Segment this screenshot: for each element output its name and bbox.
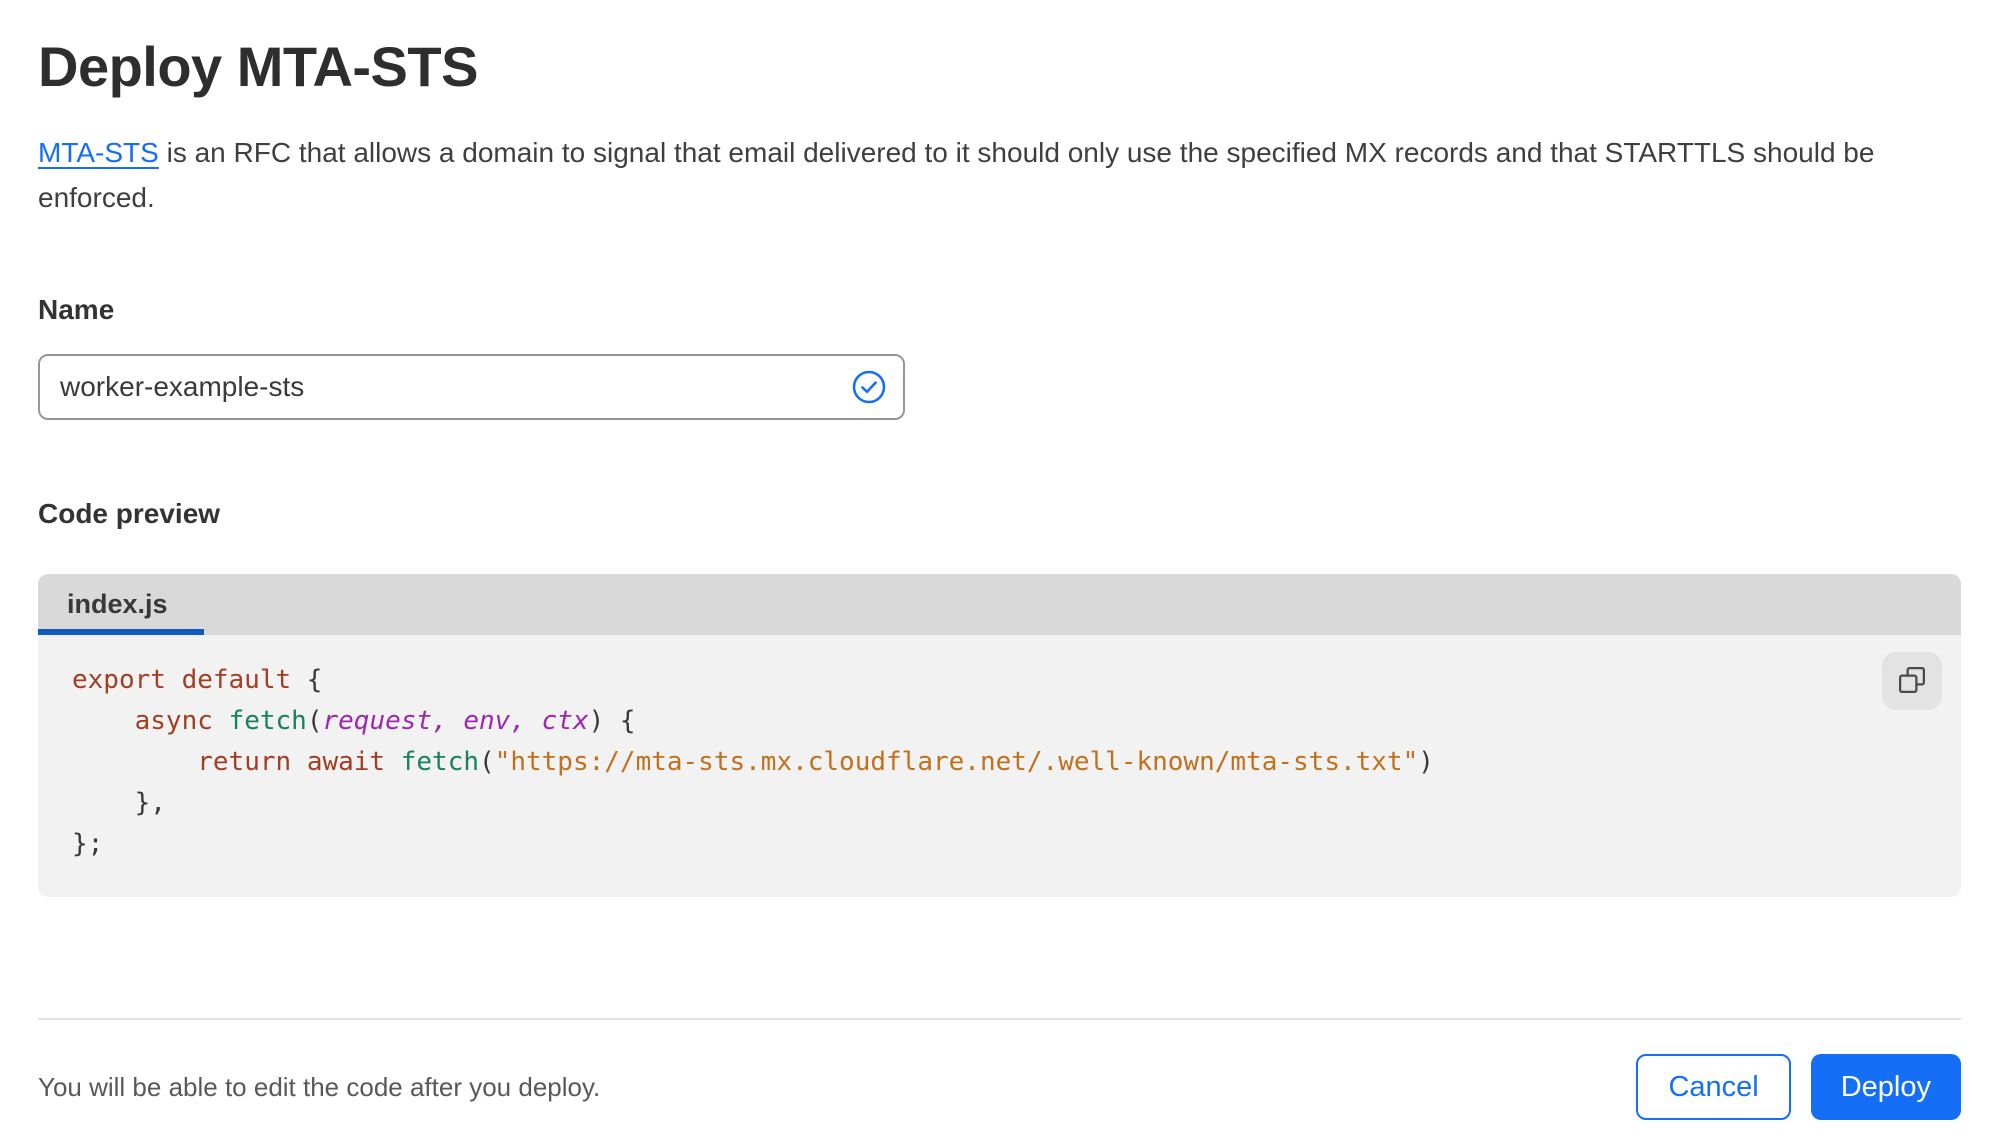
description-text: MTA-STS is an RFC that allows a domain t… [38, 130, 1948, 221]
cancel-button[interactable]: Cancel [1636, 1054, 1791, 1121]
code-line: }, [72, 788, 166, 819]
code-line: }; [72, 829, 104, 860]
copy-button[interactable] [1882, 652, 1942, 711]
code-line: export default { [72, 665, 323, 696]
footer-note: You will be able to edit the code after … [38, 1071, 601, 1102]
name-input-wrapper [38, 354, 905, 421]
code-line: async fetch(request, env, ctx) { [134, 706, 636, 737]
tab-index-js[interactable]: index.js [38, 574, 204, 636]
copy-icon [1897, 665, 1927, 698]
check-circle-icon [851, 369, 887, 405]
code-line: return await fetch("https://mta-sts.mx.c… [197, 747, 1434, 778]
page-title: Deploy MTA-STS [38, 35, 478, 98]
deploy-button[interactable]: Deploy [1810, 1054, 1961, 1121]
code-tabbar: index.js [38, 574, 1961, 636]
code-preview-label: Code preview [38, 498, 221, 530]
name-label: Name [38, 294, 115, 326]
code-area: export default { async fetch(request, en… [38, 635, 1961, 898]
name-input[interactable] [38, 354, 905, 421]
description-body: is an RFC that allows a domain to signal… [38, 136, 1875, 213]
mta-sts-link[interactable]: MTA-STS [38, 137, 159, 168]
code-preview-block: index.js export default { async fetch(re… [38, 574, 1961, 898]
code-content: export default { async fetch(request, en… [72, 660, 1871, 865]
footer-actions: Cancel Deploy [1636, 1054, 1961, 1121]
footer: You will be able to edit the code after … [38, 1054, 1961, 1121]
footer-divider [38, 1018, 1961, 1021]
